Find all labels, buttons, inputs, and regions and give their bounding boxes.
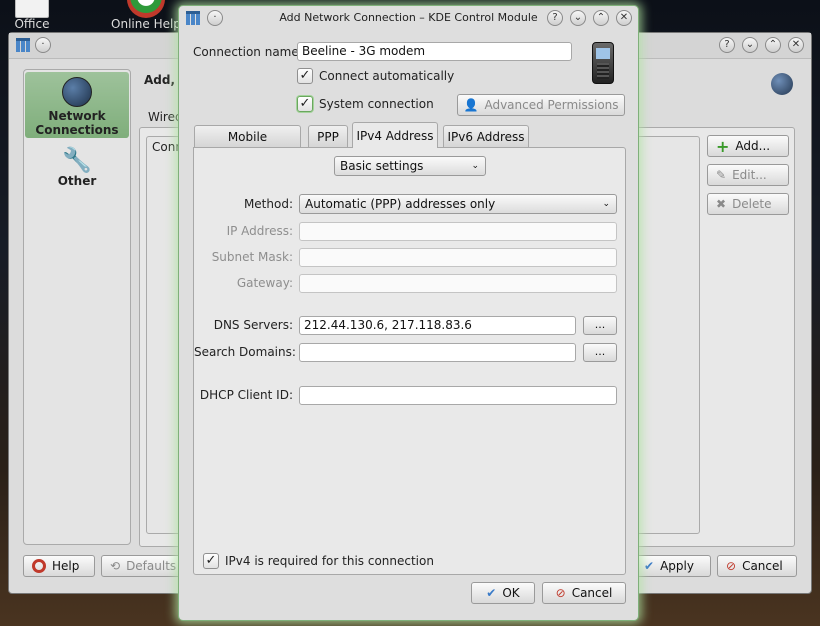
dhcp-client-id-label: DHCP Client ID: [199,388,293,402]
plus-icon: + [716,136,730,156]
method-label: Method: [243,197,293,211]
tab-ipv4-address[interactable]: IPv4 Address [352,122,438,148]
sidebar-item-label: Network Connections [35,109,119,137]
cancel-icon: ⊘ [555,586,566,600]
ok-button-label: OK [502,586,520,600]
add-button-label: Add... [735,139,771,153]
advanced-permissions-label: Advanced Permissions [484,98,619,112]
sidebar-item-other[interactable]: 🔧 Other [25,146,129,196]
close-button[interactable]: ✕ [788,37,804,53]
mobile-phone-icon [592,42,614,84]
dns-servers-edit-button[interactable]: ... [583,316,617,335]
minimize-button[interactable]: ⌄ [742,37,758,53]
advanced-permissions-button[interactable]: 👤 Advanced Permissions [457,94,625,116]
settings-mode-value: Basic settings [340,159,424,173]
subnet-mask-input[interactable] [299,248,617,267]
search-domains-edit-button[interactable]: ... [583,343,617,362]
cancel-button-label: Cancel [742,559,783,573]
ip-address-label: IP Address: [226,224,293,238]
user-icon: 👤 [463,98,479,112]
apply-button[interactable]: ✔ Apply [635,555,711,577]
edit-icon: ✎ [716,168,727,182]
help-lifebuoy-icon [32,559,46,573]
add-network-connection-dialog: Add Network Connection – KDE Control Mod… [178,5,639,621]
network-settings-icon [771,73,793,95]
sidebar-item-label: Other [57,174,97,188]
dialog-cancel-label: Cancel [571,586,613,600]
ipv4-tabpane: Basic settings ⌄ Method: Automatic (PPP)… [193,147,626,575]
apply-button-label: Apply [660,559,694,573]
delete-connection-button[interactable]: ✖ Delete [707,193,789,215]
defaults-button[interactable]: ⟲ Defaults [101,555,181,577]
checkmark-icon: ✔ [486,586,497,600]
desktop-icon-label: Online Help [111,17,181,31]
search-domains-input[interactable] [299,343,576,362]
help-button-label: Help [52,559,80,573]
tab-ppp[interactable]: PPP [308,125,348,147]
chevron-down-icon: ⌄ [471,161,479,171]
checkmark-icon: ✔ [644,559,655,573]
system-connection-checkbox[interactable]: ✓ [297,96,313,112]
help-title-button[interactable]: ? [719,37,735,53]
edit-connection-button[interactable]: ✎ Edit... [707,164,789,186]
add-connection-button[interactable]: + Add... [707,135,789,157]
defaults-button-label: Defaults [126,559,177,573]
ipv4-required-label: IPv4 is required for this connection [225,554,434,568]
connection-name-input[interactable]: Beeline - 3G modem [297,42,572,61]
dialog-maximize-button[interactable]: ⌃ [593,10,609,26]
sidebar-item-network-connections[interactable]: Network Connections [25,72,129,138]
connection-name-label: Connection name: [193,45,303,59]
dialog-cancel-button[interactable]: ⊘ Cancel [542,582,626,604]
connect-automatically-label: Connect automatically [319,69,455,83]
gateway-input[interactable] [299,274,617,293]
ok-button[interactable]: ✔ OK [471,582,535,604]
dialog-minimize-button[interactable]: ⌄ [570,10,586,26]
edit-button-label: Edit... [732,168,767,182]
defaults-icon: ⟲ [110,559,121,573]
window-menu-button[interactable]: · [207,10,223,26]
desktop-icon-online-help[interactable]: Online Help [108,0,184,31]
desktop-icon-office[interactable]: Office [12,0,52,31]
wrench-tools-icon: 🔧 [62,146,92,174]
dhcp-client-id-input[interactable] [299,386,617,405]
cancel-icon: ⊘ [726,559,737,573]
tab-ipv6-address[interactable]: IPv6 Address [443,125,529,147]
delete-icon: ✖ [716,197,727,211]
lifebuoy-icon [127,0,165,18]
app-menu-icon[interactable] [185,10,201,26]
settings-mode-select[interactable]: Basic settings ⌄ [334,156,486,176]
office-icon [15,0,49,18]
cancel-button[interactable]: ⊘ Cancel [717,555,797,577]
window-menu-button[interactable]: · [35,37,51,53]
delete-button-label: Delete [732,197,772,211]
help-button[interactable]: Help [23,555,95,577]
gateway-label: Gateway: [236,276,293,290]
tab-mobile-broadband[interactable]: Mobile Broadband [194,125,301,166]
search-domains-label: Search Domains: [194,345,296,359]
system-connection-label: System connection [319,97,434,111]
subnet-mask-label: Subnet Mask: [211,250,293,264]
dialog-close-button[interactable]: ✕ [616,10,632,26]
chevron-down-icon: ⌄ [602,199,610,209]
method-value: Automatic (PPP) addresses only [305,197,496,211]
dialog-title: Add Network Connection – KDE Control Mod… [279,11,538,24]
dialog-help-button[interactable]: ? [547,10,563,26]
app-menu-icon[interactable] [15,37,31,53]
dns-servers-input[interactable]: 212.44.130.6, 217.118.83.6 [299,316,576,335]
ip-address-input[interactable] [299,222,617,241]
method-select[interactable]: Automatic (PPP) addresses only ⌄ [299,194,617,214]
connect-automatically-checkbox[interactable]: ✓ [297,68,313,84]
module-sidebar: Network Connections 🔧 Other [23,69,131,545]
desktop-icon-label: Office [14,17,50,31]
dns-servers-label: DNS Servers: [213,318,293,332]
ipv4-required-checkbox[interactable]: ✓ [203,553,219,569]
network-globe-icon [62,77,92,107]
maximize-button[interactable]: ⌃ [765,37,781,53]
